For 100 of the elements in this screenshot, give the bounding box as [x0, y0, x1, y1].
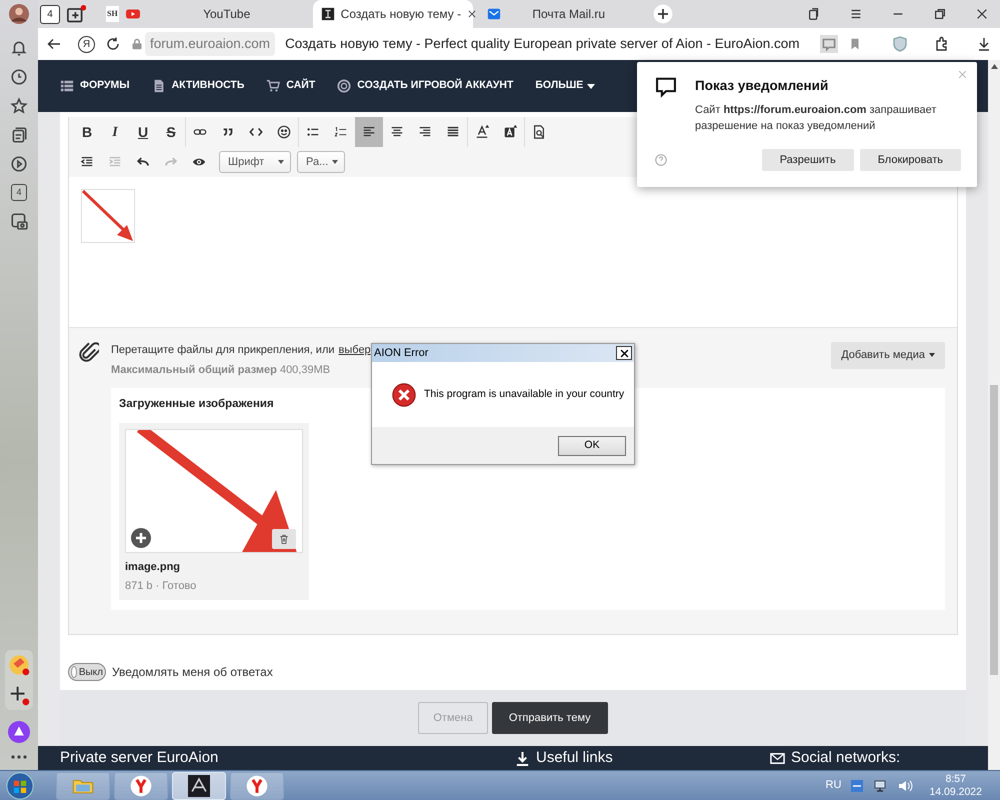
- ok-button[interactable]: OK: [558, 436, 626, 456]
- nav-link[interactable]: САЙТ: [266, 78, 316, 94]
- allow-button[interactable]: Разрешить: [762, 149, 854, 172]
- bell-icon[interactable]: [10, 39, 28, 57]
- align-left-button[interactable]: [355, 117, 383, 147]
- upload-hint: Перетащите файлы для прикрепления, или: [111, 343, 335, 358]
- caret-icon: [332, 160, 338, 164]
- close-icon[interactable]: [467, 9, 478, 19]
- star-icon[interactable]: [10, 97, 28, 115]
- size-limit: Максимальный общий размер 400,39MB: [111, 362, 332, 378]
- block-button[interactable]: Блокировать: [860, 149, 961, 172]
- align-right-icon: [418, 125, 432, 139]
- scroll-up-arrow-icon: [990, 64, 998, 69]
- justify-icon: [446, 125, 460, 139]
- reload-icon[interactable]: [105, 36, 121, 52]
- footer-heading: Useful links: [536, 748, 613, 768]
- clock-icon[interactable]: [10, 68, 28, 86]
- speech-bubble-icon: [655, 76, 677, 98]
- italic-button[interactable]: I: [101, 117, 129, 147]
- close-button[interactable]: [616, 346, 632, 360]
- footer-heading: Social networks:: [791, 748, 900, 768]
- align-center-icon: [390, 125, 404, 139]
- file-name: image.png: [125, 560, 182, 576]
- font-select[interactable]: Шрифт: [219, 151, 291, 173]
- caret-icon: [587, 84, 596, 88]
- more-icon[interactable]: [10, 754, 28, 760]
- camera-icon[interactable]: [10, 212, 28, 230]
- code-icon: [249, 125, 263, 139]
- nav-link[interactable]: БОЛЬШЕ: [535, 78, 596, 94]
- cart-icon: [266, 79, 280, 93]
- caret-icon: [929, 353, 935, 358]
- file-meta: 871 b · Готово: [125, 578, 198, 594]
- update-icon[interactable]: [849, 778, 866, 794]
- notify-toggle[interactable]: Выкл: [68, 663, 106, 681]
- notification-bubble-icon[interactable]: [820, 35, 838, 53]
- download-icon[interactable]: [976, 36, 992, 52]
- size-select[interactable]: Ра...: [297, 151, 345, 173]
- browser-tab[interactable]: YouTube: [146, 0, 307, 28]
- insert-icon[interactable]: [131, 528, 151, 548]
- assistant-icon[interactable]: [8, 721, 30, 743]
- bold-button[interactable]: B: [73, 117, 101, 147]
- collections-icon[interactable]: [807, 7, 821, 21]
- yandex-browser-icon: [130, 774, 152, 796]
- menu-icon[interactable]: [849, 7, 863, 21]
- yandex-browser-icon: [246, 774, 268, 796]
- text-color-icon: [475, 125, 489, 139]
- url-domain[interactable]: forum.euroaion.com: [145, 32, 276, 56]
- delete-button[interactable]: [272, 529, 296, 550]
- strikethrough-button[interactable]: S: [157, 117, 185, 147]
- smiley-icon: [277, 125, 291, 139]
- collections-icon[interactable]: [10, 126, 28, 144]
- restore-icon[interactable]: [933, 7, 947, 21]
- footer-heading: Private server EuroAion: [60, 748, 218, 768]
- error-icon: [392, 382, 416, 406]
- play-icon[interactable]: [10, 155, 28, 173]
- outdent-icon: [80, 155, 94, 169]
- page-title: Создать новую тему - Perfect quality European private server of Aion - EuroAion.com: [285, 34, 800, 53]
- close-icon[interactable]: [975, 7, 989, 21]
- scrollbar[interactable]: [988, 60, 1000, 770]
- nav-link[interactable]: ФОРУМЫ: [60, 78, 130, 94]
- arrow-image: [81, 189, 135, 243]
- browser-tab[interactable]: Создать новую тему -: [312, 0, 473, 28]
- apps-icon[interactable]: [8, 654, 30, 676]
- dialog-title: AION Error: [374, 346, 428, 361]
- pinned-tab[interactable]: SH: [106, 6, 119, 22]
- lock-icon[interactable]: [131, 37, 143, 51]
- profile-avatar[interactable]: [9, 4, 29, 24]
- numbered-list-icon: [334, 125, 348, 139]
- new-tab-icon[interactable]: [652, 4, 673, 24]
- add-panel-icon[interactable]: [8, 684, 30, 706]
- toggle-label: Уведомлять меня об ответах: [112, 664, 273, 681]
- trash-icon: [279, 534, 289, 544]
- mail-icon: [770, 750, 785, 766]
- new-tab-group-icon[interactable]: [66, 4, 86, 24]
- submit-button[interactable]: Отправить тему: [492, 702, 608, 734]
- mail-icon: [486, 7, 501, 21]
- add-media-button[interactable]: Добавить медиа: [831, 342, 945, 368]
- tab-counter-button[interactable]: 4: [11, 184, 27, 201]
- browser-tab[interactable]: Почта Mail.ru: [478, 0, 639, 28]
- highlight-color-icon: [503, 125, 517, 139]
- section-title: Загруженные изображения: [119, 397, 274, 412]
- close-icon: [620, 348, 628, 358]
- error-message: This program is unavailable in your country: [424, 386, 624, 402]
- paperclip-icon: [79, 342, 99, 362]
- browse-link[interactable]: выбер: [338, 342, 371, 358]
- nav-link[interactable]: СОЗДАТЬ ИГРОВОЙ АККАУНТ: [337, 78, 514, 94]
- underline-button[interactable]: U: [129, 117, 157, 147]
- align-left-icon: [362, 125, 376, 139]
- yandex-button[interactable]: Я: [78, 36, 95, 52]
- nav-link[interactable]: АКТИВНОСТЬ: [152, 78, 244, 94]
- game-icon: [188, 774, 210, 796]
- list-icon: [60, 79, 74, 93]
- preview-icon: [532, 125, 546, 139]
- tab-counter-button[interactable]: 4: [40, 4, 60, 24]
- start-button[interactable]: [6, 772, 34, 800]
- notification-title: Показ уведомлений: [695, 77, 830, 95]
- document-icon: [152, 79, 166, 93]
- notification-text: Сайт https://forum.euroaion.com запрашивает разрешение на показ уведомлений: [695, 103, 938, 134]
- page-favicon: [320, 7, 335, 21]
- indent-icon: [108, 155, 122, 169]
